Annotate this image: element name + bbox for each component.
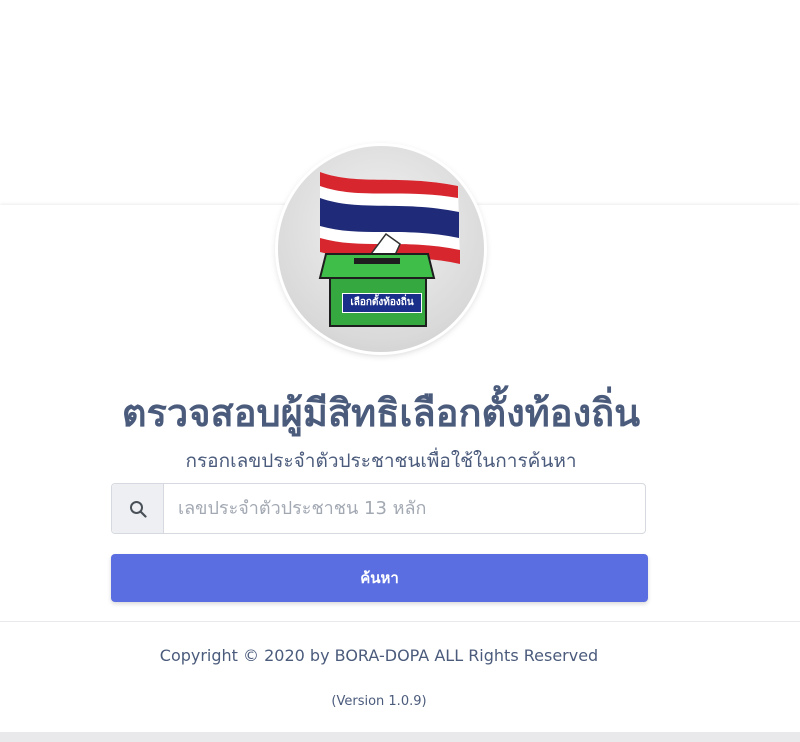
thai-flag-ballot-box-icon bbox=[318, 172, 460, 327]
election-logo: เลือกตั้งท้องถิ่น bbox=[278, 146, 484, 352]
ballot-box-icon bbox=[318, 253, 436, 327]
copyright-text: Copyright © 2020 by BORA-DOPA ALL Rights… bbox=[159, 646, 599, 665]
footer-divider bbox=[0, 621, 800, 622]
version-text: (Version 1.0.9) bbox=[331, 694, 427, 709]
search-input-group bbox=[111, 483, 646, 534]
page-title: ตรวจสอบผู้มีสิทธิเลือกตั้งท้องถิ่น bbox=[121, 391, 641, 435]
search-button[interactable]: ค้นหา bbox=[111, 554, 648, 602]
bottom-strip bbox=[0, 732, 800, 742]
ballot-box-label: เลือกตั้งท้องถิ่น bbox=[342, 293, 422, 313]
search-icon bbox=[112, 484, 164, 533]
citizen-id-input[interactable] bbox=[164, 484, 645, 533]
page-subtitle: กรอกเลขประจำตัวประชาชนเพื่อใช้ในการค้นหา bbox=[185, 450, 577, 472]
